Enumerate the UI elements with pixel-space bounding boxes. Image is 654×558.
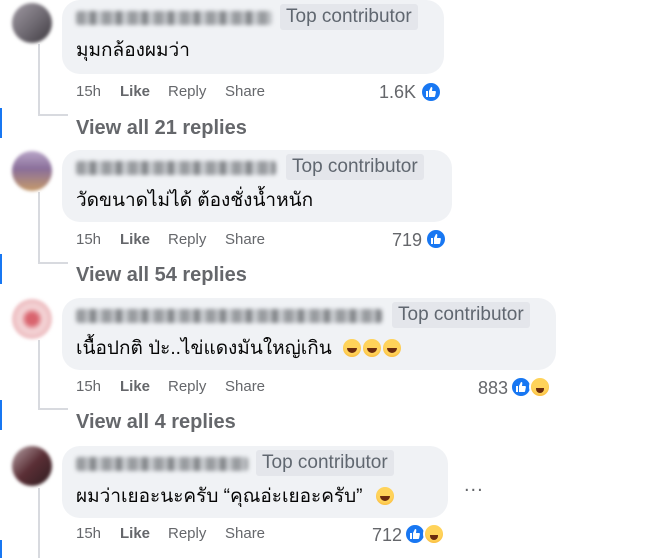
top-contributor-badge: Top contributor <box>280 4 418 30</box>
like-button[interactable]: Like <box>120 378 150 395</box>
reply-button[interactable]: Reply <box>168 231 206 248</box>
author-name-redacted[interactable] <box>76 161 276 175</box>
comment-bubble: Top contributor ผมว่าเยอะนะครับ “คุณอ่ะเ… <box>62 446 448 518</box>
thread-line <box>38 44 40 116</box>
scroll-indicator <box>0 254 2 284</box>
share-button[interactable]: Share <box>225 231 265 248</box>
more-options-button[interactable]: ... <box>464 474 484 497</box>
comment-bubble: Top contributor วัดขนาดไม่ได้ ต้องชั่งน้… <box>62 150 452 222</box>
reply-button[interactable]: Reply <box>168 378 206 395</box>
top-contributor-badge: Top contributor <box>256 450 394 476</box>
thread-line <box>38 262 68 264</box>
scroll-indicator <box>0 540 2 558</box>
view-replies-link[interactable]: View all 21 replies <box>76 117 247 140</box>
rolling-laughing-emoji <box>363 339 382 357</box>
top-contributor-badge: Top contributor <box>392 302 530 328</box>
avatar[interactable] <box>12 151 52 191</box>
like-icon[interactable] <box>420 81 442 103</box>
view-replies-link[interactable]: View all 54 replies <box>76 264 247 287</box>
reply-button[interactable]: Reply <box>168 83 206 100</box>
author-name-redacted[interactable] <box>76 11 272 25</box>
comment-text: มุมกล้องผมว่า <box>76 40 190 61</box>
comment-text-body: เนื้อปกติ ป่ะ..ไข่แดงมันใหญ่เกิน <box>76 338 332 359</box>
comment-time: 15h <box>76 525 102 542</box>
reply-button[interactable]: Reply <box>168 525 206 542</box>
reaction-count[interactable]: 712 <box>362 525 402 546</box>
comment-text: ผมว่าเยอะนะครับ “คุณอ่ะเยอะครับ” <box>76 481 394 511</box>
share-button[interactable]: Share <box>225 378 265 395</box>
rolling-laughing-emoji <box>383 339 402 357</box>
grinning-sweat-emoji <box>375 487 394 505</box>
thread-line <box>38 408 68 410</box>
share-button[interactable]: Share <box>225 525 265 542</box>
author-name-redacted[interactable] <box>76 457 248 471</box>
like-button[interactable]: Like <box>120 83 150 100</box>
like-button[interactable]: Like <box>120 525 150 542</box>
comment-time: 15h <box>76 83 102 100</box>
comment-bubble: Top contributor เนื้อปกติ ป่ะ..ไข่แดงมัน… <box>62 298 556 370</box>
rolling-laughing-emoji <box>343 339 362 357</box>
thread-line <box>38 488 40 558</box>
thread-line <box>38 192 40 264</box>
comment-time: 15h <box>76 231 102 248</box>
comment-text-body: ผมว่าเยอะนะครับ “คุณอ่ะเยอะครับ” <box>76 486 363 507</box>
comment-text: วัดขนาดไม่ได้ ต้องชั่งน้ำหนัก <box>76 190 314 211</box>
share-button[interactable]: Share <box>225 83 265 100</box>
thread-line <box>38 340 40 410</box>
comment-time: 15h <box>76 378 102 395</box>
avatar[interactable] <box>12 446 52 486</box>
scroll-indicator <box>0 108 2 138</box>
reaction-count[interactable]: 1.6K <box>378 82 416 103</box>
like-button[interactable]: Like <box>120 231 150 248</box>
comment-bubble: Top contributor มุมกล้องผมว่า <box>62 0 444 74</box>
avatar[interactable] <box>12 299 52 339</box>
scroll-indicator <box>0 400 2 430</box>
like-icon[interactable] <box>425 228 447 250</box>
reaction-count[interactable]: 719 <box>380 230 422 251</box>
view-replies-link[interactable]: View all 4 replies <box>76 411 236 434</box>
haha-icon[interactable] <box>529 376 551 398</box>
reaction-count[interactable]: 883 <box>466 378 508 399</box>
thread-line <box>38 114 68 116</box>
author-name-redacted[interactable] <box>76 309 382 323</box>
top-contributor-badge: Top contributor <box>286 154 424 180</box>
avatar[interactable] <box>12 3 52 43</box>
comment-text: เนื้อปกติ ป่ะ..ไข่แดงมันใหญ่เกิน <box>76 333 402 363</box>
haha-icon[interactable] <box>423 523 445 545</box>
